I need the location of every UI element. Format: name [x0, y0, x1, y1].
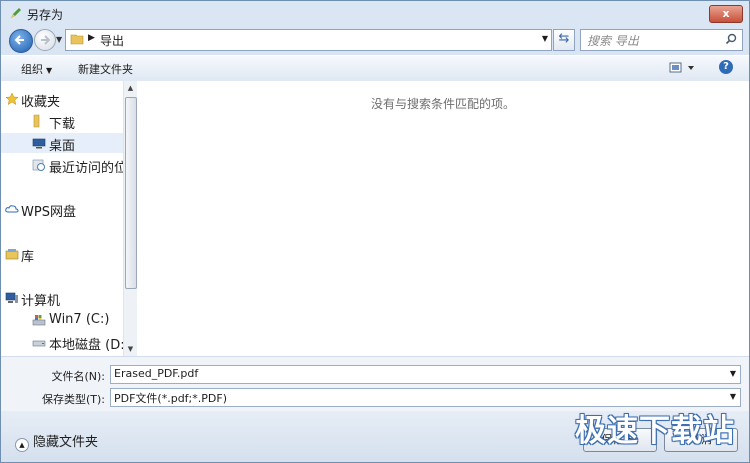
sidebar-item-label: 库	[21, 250, 35, 264]
title-bar[interactable]: 另存为 x	[1, 1, 749, 25]
scroll-up-icon[interactable]: ▲	[124, 81, 137, 95]
search-box[interactable]: 搜索 导出	[580, 29, 743, 51]
breadcrumb-separator-icon[interactable]: ▶	[88, 33, 95, 43]
sidebar-item-drive-c[interactable]: Win7 (C:)	[1, 310, 123, 330]
filename-field[interactable]: Erased_PDF.pdf ▼	[110, 365, 741, 384]
sidebar-item-label: 最近访问的位置	[49, 161, 123, 175]
sidebar-item-desktop[interactable]: 桌面	[1, 133, 123, 153]
empty-results-message: 没有与搜索条件匹配的项。	[370, 97, 515, 111]
scrollbar-thumb[interactable]	[125, 97, 137, 289]
sidebar-item-favorites[interactable]: 收藏夹	[1, 89, 123, 109]
hard-drive-icon	[32, 340, 46, 347]
folder-icon	[33, 114, 40, 128]
recent-pages-dropdown[interactable]: ▼	[56, 35, 62, 44]
view-mode-icon	[669, 62, 694, 73]
search-icon[interactable]	[725, 33, 737, 45]
sidebar-item-label: WPS网盘	[21, 205, 76, 219]
sidebar-item-recent-places[interactable]: 最近访问的位置	[1, 155, 123, 175]
close-button[interactable]: x	[709, 5, 743, 23]
hide-folders-label: 隐藏文件夹	[33, 435, 99, 450]
filetype-value: PDF文件(*.pdf;*.PDF)	[114, 392, 227, 405]
sidebar-item-libraries[interactable]: 库	[1, 244, 123, 264]
forward-button[interactable]	[34, 29, 56, 51]
help-button[interactable]: ?	[719, 60, 733, 74]
save-as-icon	[11, 8, 21, 18]
sidebar-item-label: 桌面	[49, 139, 76, 153]
scroll-down-icon[interactable]: ▼	[124, 342, 137, 356]
sidebar-item-computer[interactable]: 计算机	[1, 288, 123, 308]
folder-icon	[70, 34, 84, 45]
address-history-dropdown[interactable]: ▼	[542, 34, 548, 43]
collapse-arrow-icon: ▲	[15, 438, 29, 452]
refresh-icon: ⇆	[558, 31, 570, 46]
back-button[interactable]	[9, 29, 33, 53]
sidebar-item-drive-d[interactable]: 本地磁盘 (D:)	[1, 332, 123, 352]
filename-value: Erased_PDF.pdf	[114, 367, 199, 380]
sidebar-item-label: 下载	[49, 117, 76, 131]
address-bar[interactable]: ▶ 导出 ▼	[65, 29, 552, 51]
star-icon	[5, 92, 19, 106]
chevron-down-icon[interactable]: ▼	[730, 369, 736, 378]
command-bar: 组织 ▼ 新建文件夹 ?	[1, 55, 749, 82]
filename-label: 文件名(N):	[51, 370, 105, 383]
sidebar-item-downloads[interactable]: 下载	[1, 111, 123, 131]
library-icon	[5, 249, 19, 260]
site-watermark: 极速下载站	[575, 413, 735, 449]
forward-arrow-icon	[41, 35, 51, 45]
sidebar-item-label: 收藏夹	[21, 95, 61, 109]
sidebar-item-wps-cloud[interactable]: WPS网盘	[1, 199, 123, 219]
sidebar-item-label: Win7 (C:)	[49, 312, 110, 327]
organize-label: 组织	[21, 63, 43, 76]
back-arrow-icon	[14, 35, 24, 45]
navigation-pane-scrollbar[interactable]: ▲ ▼	[123, 81, 137, 356]
breadcrumb-current[interactable]: 导出	[100, 32, 124, 49]
file-list-pane[interactable]: 没有与搜索条件匹配的项。	[137, 81, 749, 356]
computer-icon	[5, 292, 18, 303]
chevron-down-icon[interactable]: ▼	[730, 392, 736, 401]
navigation-pane: 收藏夹 下载 桌面 最近访问的位置 WPS网盘 库 计算机 Win7 (C:)	[1, 81, 124, 356]
filetype-label: 保存类型(T):	[41, 393, 105, 406]
save-options: 文件名(N): Erased_PDF.pdf ▼ 保存类型(T): PDF文件(…	[1, 357, 749, 411]
navigation-bar: ▼ ▶ 导出 ▼ ⇆ 搜索 导出	[1, 25, 749, 55]
change-view-button[interactable]	[669, 61, 699, 75]
new-folder-button[interactable]: 新建文件夹	[78, 61, 133, 77]
desktop-icon	[32, 138, 46, 149]
sidebar-item-label: 本地磁盘 (D:)	[49, 338, 123, 352]
refresh-button[interactable]: ⇆	[553, 29, 575, 51]
recent-places-icon	[32, 159, 45, 171]
window-title: 另存为	[27, 8, 64, 22]
chevron-down-icon: ▼	[46, 66, 53, 75]
hide-folders-toggle[interactable]: ▲ 隐藏文件夹	[15, 431, 98, 452]
save-as-dialog: 另存为 x ▼ ▶ 导出 ▼ ⇆ 搜索 导出 组织 ▼ 新建文件夹 ? 收藏夹 …	[0, 0, 750, 463]
search-input[interactable]: 搜索 导出	[587, 32, 639, 49]
system-drive-icon	[32, 315, 46, 326]
sidebar-item-label: 计算机	[21, 294, 61, 308]
cloud-icon	[5, 205, 19, 213]
organize-button[interactable]: 组织 ▼	[21, 61, 52, 77]
